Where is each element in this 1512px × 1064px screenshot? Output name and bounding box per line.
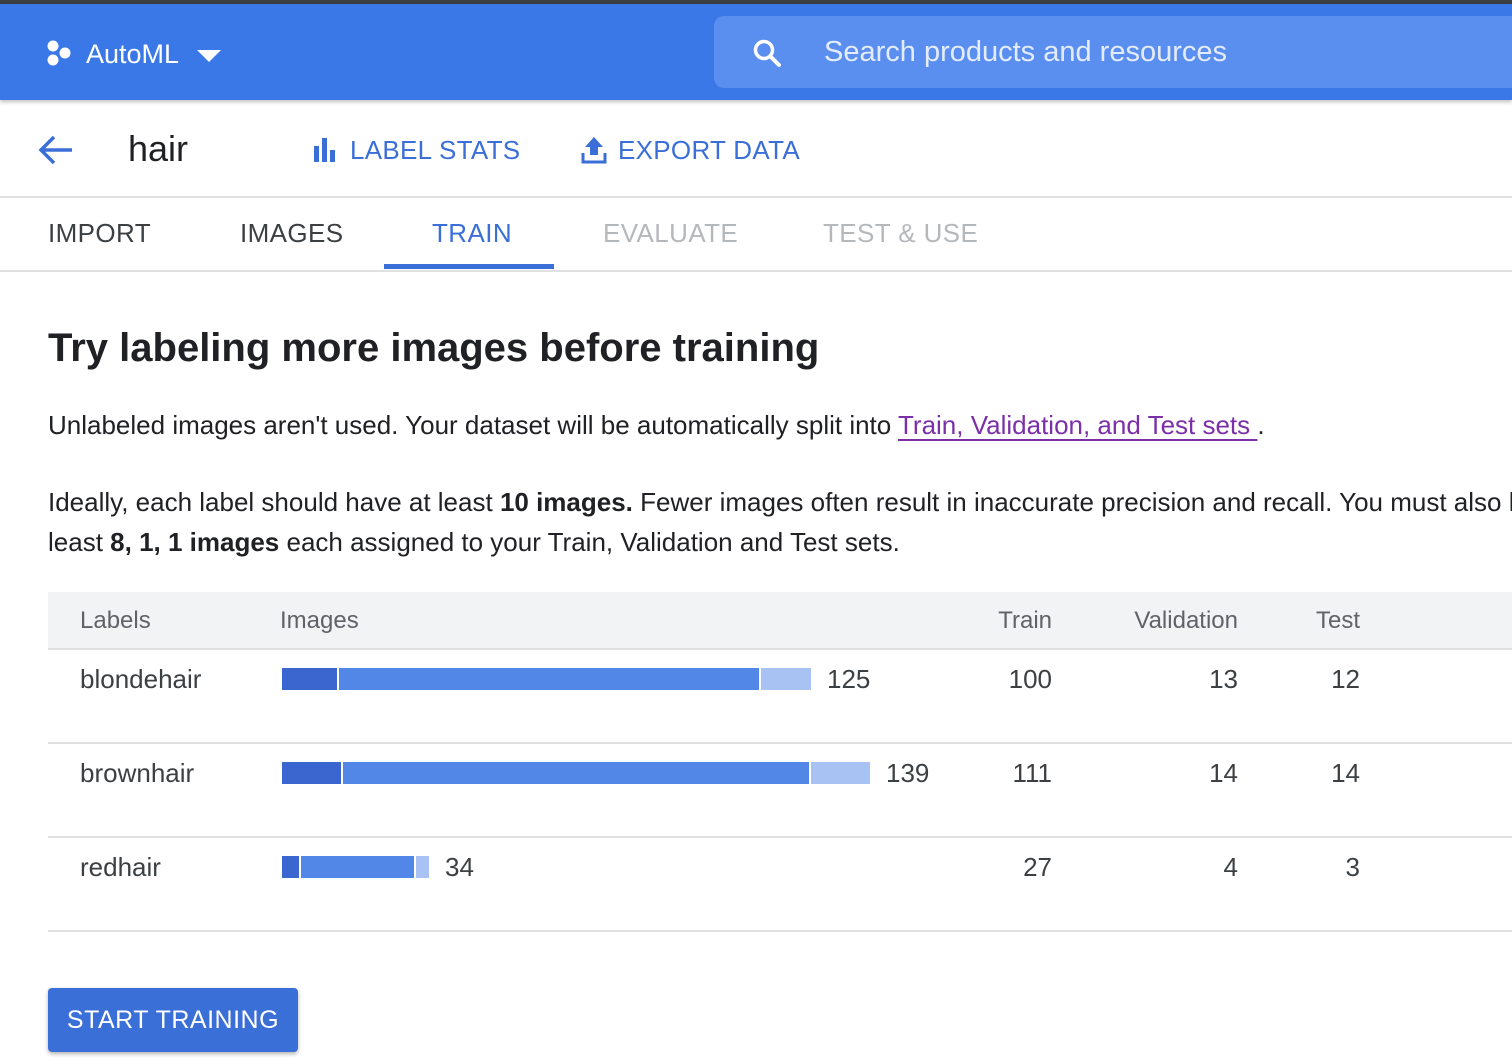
requirements-min-images: 10 images.	[499, 487, 633, 517]
bar-segment-train	[339, 668, 759, 690]
table-row: brownhair 139 111 14 14	[48, 744, 1512, 838]
back-arrow-icon[interactable]	[36, 130, 76, 170]
bar-segment-train	[343, 762, 809, 784]
label-stats-button[interactable]: LABEL STATS	[312, 132, 520, 168]
table-row: redhair 34 27 4 3	[48, 838, 1512, 932]
requirements-text-4: each assigned to your Train, Validation …	[279, 527, 900, 557]
bar-segment-validation	[282, 762, 341, 784]
requirements-split-counts: 8, 1, 1 images	[110, 527, 280, 557]
search-icon[interactable]	[752, 38, 782, 68]
product-switcher[interactable]: AutoML	[44, 38, 222, 70]
automl-hexagon-icon	[47, 40, 71, 66]
table-body: blondehair 125 100 13 12 brownhair 139 111 14 14 r…	[48, 650, 1512, 932]
row-train-count: 100	[1008, 664, 1052, 694]
tab-evaluate: EVALUATE	[603, 218, 739, 248]
bar-segment-test	[416, 856, 429, 878]
tab-test-and-use: TEST & USE	[823, 218, 979, 248]
label-stats-label: LABEL STATS	[350, 134, 521, 165]
col-header-test: Test	[1315, 607, 1360, 634]
product-name: AutoML	[86, 38, 180, 69]
table-row: blondehair 125 100 13 12	[48, 650, 1512, 744]
search-bar[interactable]	[714, 16, 1512, 88]
upload-icon	[581, 137, 607, 164]
export-data-button[interactable]: EXPORT DATA	[580, 132, 800, 168]
col-header-validation: Validation	[1134, 607, 1238, 634]
label-stats-table: Labels Images Train Validation Test blon…	[48, 592, 1512, 932]
label-requirements: Ideally, each label should have at least…	[48, 482, 1512, 566]
col-header-labels: Labels	[80, 607, 151, 634]
requirements-text-3: least	[48, 527, 111, 557]
split-description: Unlabeled images aren't used. Your datas…	[48, 410, 1265, 441]
page-heading: Try labeling more images before training	[48, 326, 820, 370]
app-bar: AutoML	[0, 4, 1512, 100]
export-data-label: EXPORT DATA	[618, 134, 800, 165]
bar-chart-icon	[314, 138, 335, 162]
bar-segment-train	[301, 856, 414, 878]
row-label: blondehair	[80, 664, 202, 694]
tab-images[interactable]: IMAGES	[240, 218, 344, 249]
requirements-text-1: Ideally, each label should have at least	[48, 487, 500, 517]
image-split-bar	[282, 668, 811, 690]
split-description-end: .	[1257, 410, 1265, 440]
split-description-text: Unlabeled images aren't used. Your datas…	[48, 410, 898, 440]
requirements-text-2: Fewer images often result in inaccurate …	[632, 487, 1512, 517]
dataset-toolbar: hair LABEL STATS EXPORT DATA	[0, 100, 1512, 198]
tab-bar: IMPORT IMAGES TRAIN EVALUATE TEST & USE	[0, 198, 1512, 272]
active-tab-indicator	[384, 264, 554, 269]
row-image-count: 139	[886, 758, 930, 788]
dataset-title: hair	[128, 128, 189, 169]
tab-import[interactable]: IMPORT	[48, 218, 151, 249]
bar-segment-validation	[282, 668, 337, 690]
row-test-count: 3	[1345, 852, 1360, 882]
row-label: brownhair	[80, 758, 195, 788]
start-training-button[interactable]: START TRAINING	[48, 988, 298, 1052]
dataset-split-link[interactable]: Train, Validation, and Test sets	[898, 410, 1257, 440]
col-header-images: Images	[280, 607, 359, 634]
row-image-count: 125	[827, 664, 871, 694]
chevron-down-icon	[197, 50, 222, 62]
tab-train[interactable]: TRAIN	[432, 218, 512, 249]
image-split-bar	[282, 856, 429, 878]
row-test-count: 12	[1331, 664, 1360, 694]
row-train-count: 27	[1023, 852, 1052, 882]
image-split-bar	[282, 762, 870, 784]
col-header-train: Train	[998, 607, 1052, 634]
bar-segment-test	[811, 762, 870, 784]
row-test-count: 14	[1331, 758, 1360, 788]
table-header: Labels Images Train Validation Test	[48, 592, 1512, 650]
row-label: redhair	[80, 852, 161, 882]
row-train-count: 111	[1012, 758, 1052, 788]
row-validation-count: 4	[1223, 852, 1238, 882]
bar-segment-test	[761, 668, 811, 690]
row-validation-count: 13	[1209, 664, 1238, 694]
row-validation-count: 14	[1209, 758, 1238, 788]
search-input[interactable]	[824, 30, 1464, 74]
bar-segment-validation	[282, 856, 299, 878]
row-image-count: 34	[445, 852, 474, 882]
